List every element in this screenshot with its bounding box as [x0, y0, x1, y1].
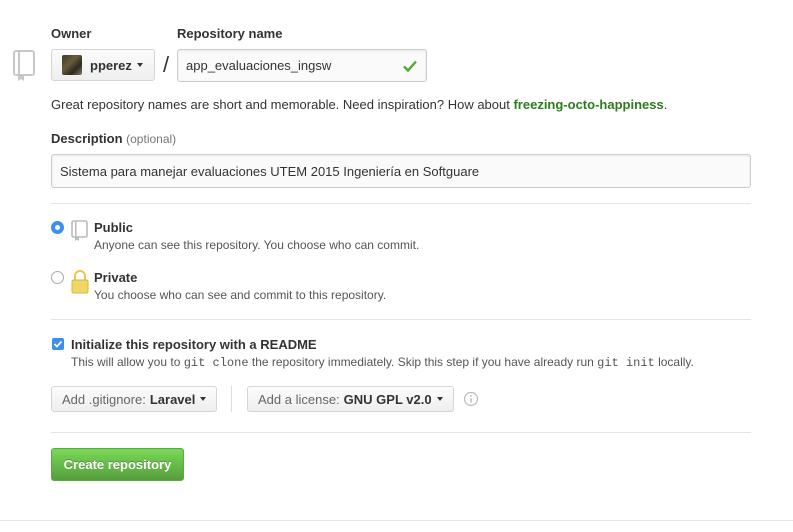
public-repo-icon [71, 220, 89, 245]
owner-dropdown[interactable]: pperez [51, 49, 155, 81]
repository-name-hint: Great repository names are short and mem… [51, 97, 668, 112]
create-repository-button[interactable]: Create repository [51, 448, 184, 481]
readme-title: Initialize this repository with a README [71, 337, 317, 352]
license-dropdown[interactable]: Add a license: GNU GPL v2.0 [247, 386, 454, 412]
chevron-down-icon [436, 397, 443, 401]
description-value: Sistema para manejar evaluaciones UTEM 2… [60, 163, 480, 179]
owner-label: Owner [51, 26, 92, 41]
description-label: Description (optional) [51, 131, 177, 146]
divider [51, 319, 751, 320]
description-input[interactable]: Sistema para manejar evaluaciones UTEM 2… [51, 154, 751, 188]
repository-name-input[interactable]: app_evaluaciones_ingsw [177, 49, 427, 82]
divider [0, 520, 793, 521]
optional-label: (optional) [126, 132, 177, 146]
owner-name: pperez [90, 57, 132, 73]
private-radio[interactable] [51, 271, 64, 284]
divider [51, 432, 751, 433]
repository-name-label: Repository name [177, 26, 283, 41]
gitignore-dropdown[interactable]: Add .gitignore: Laravel [51, 386, 218, 412]
owner-repo-separator: / [163, 52, 170, 77]
divider [51, 203, 751, 204]
name-suggestion-link[interactable]: freezing-octo-happiness [513, 97, 663, 112]
repository-name-value: app_evaluaciones_ingsw [186, 58, 332, 73]
chevron-down-icon [200, 397, 207, 401]
public-radio[interactable] [51, 221, 64, 234]
check-icon [402, 58, 418, 77]
info-icon[interactable] [463, 391, 479, 410]
readme-checkbox[interactable] [52, 338, 64, 350]
repo-icon [12, 50, 38, 82]
chevron-down-icon [136, 63, 143, 67]
private-title: Private [94, 270, 138, 285]
private-description: You choose who can see and commit to thi… [94, 288, 387, 302]
readme-description: This will allow you to git clone the rep… [71, 355, 694, 370]
avatar [62, 55, 82, 75]
separator [231, 386, 232, 412]
lock-icon [71, 270, 89, 297]
public-title: Public [94, 220, 134, 235]
checkmark-icon [53, 340, 63, 348]
public-description: Anyone can see this repository. You choo… [94, 238, 420, 252]
